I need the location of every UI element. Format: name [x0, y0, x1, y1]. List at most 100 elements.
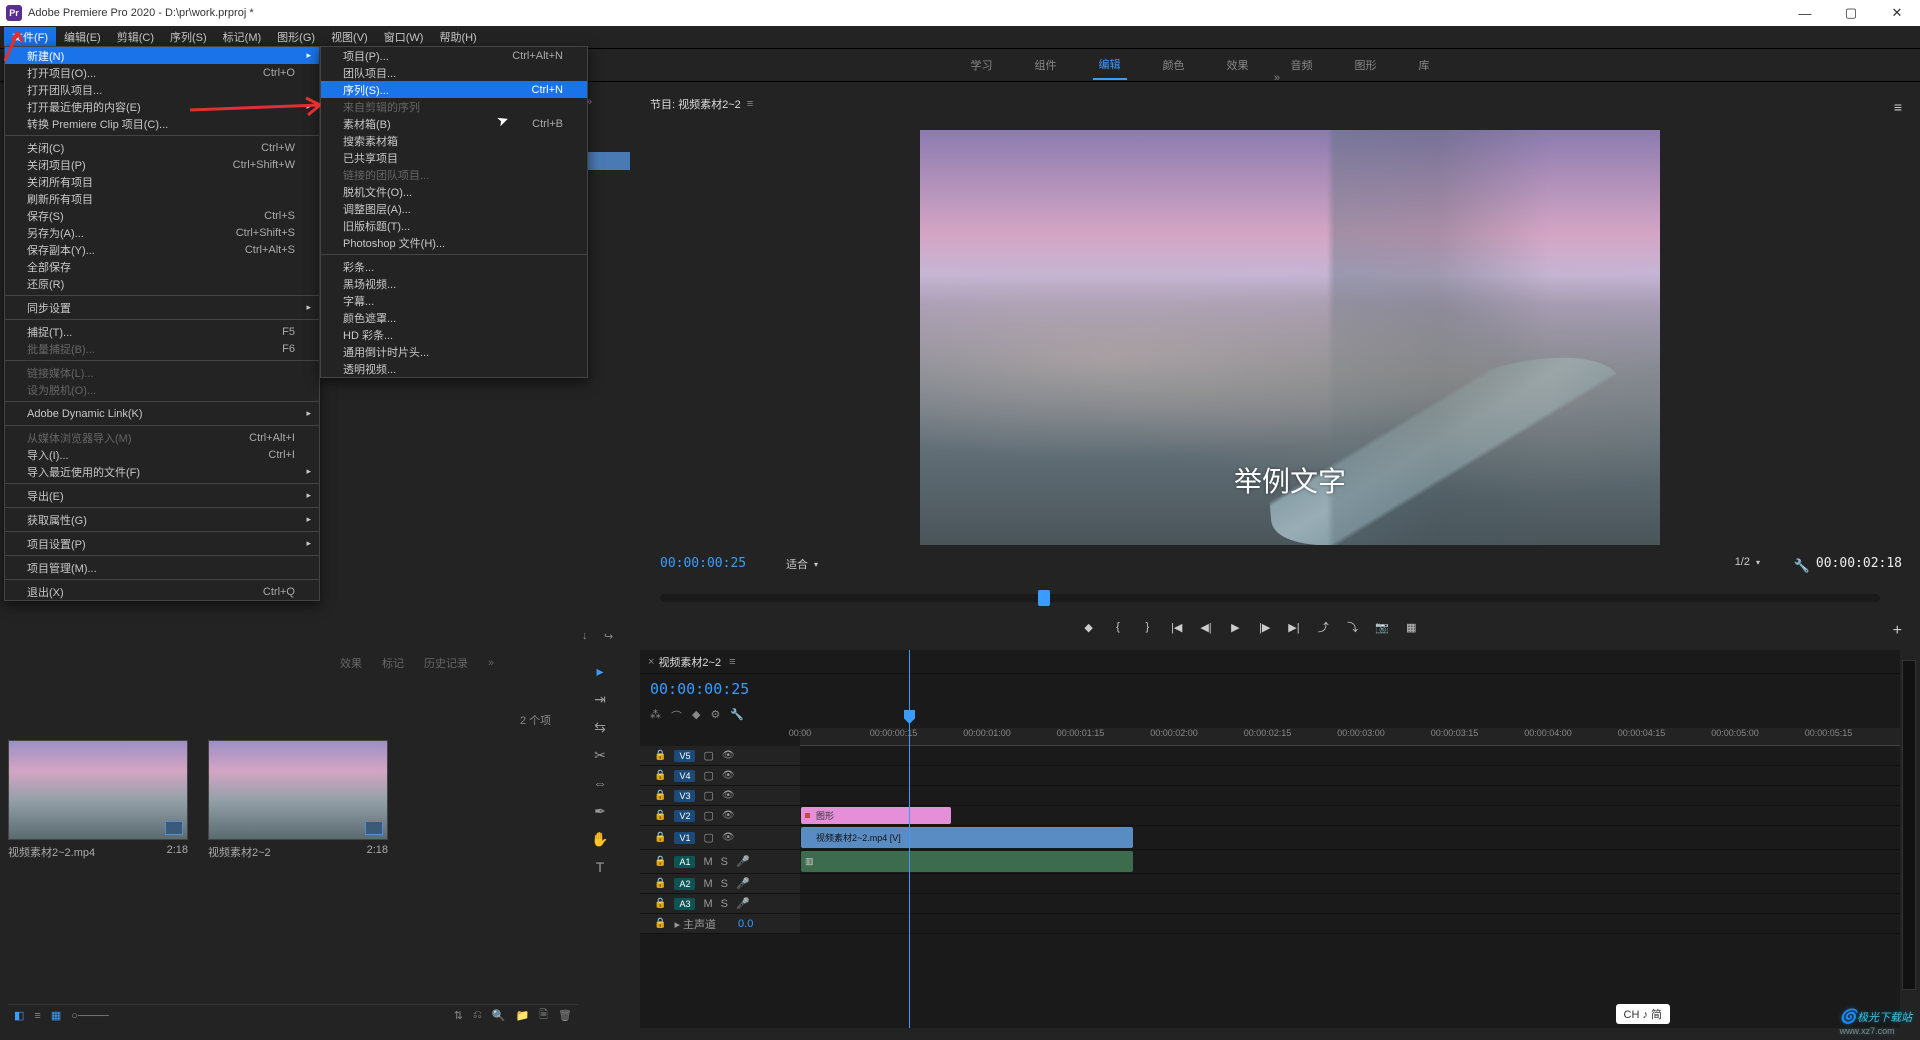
program-playhead[interactable]	[1038, 590, 1050, 606]
tab-history[interactable]: 历史记录	[424, 655, 468, 671]
clip-video[interactable]: 视频素材2~2.mp4 [V]	[801, 827, 1133, 848]
find-icon[interactable]: 🔍	[492, 1009, 506, 1022]
menu-item[interactable]: 打开最近使用的内容(E)▸	[5, 98, 319, 115]
workspace-tab[interactable]: 组件	[1029, 51, 1063, 79]
timeline-timecode[interactable]: 00:00:00:25	[640, 674, 1900, 704]
voice-icon[interactable]: 🎤	[736, 877, 750, 890]
media-browser-forward-icon[interactable]: ↪	[604, 630, 613, 643]
track-lane[interactable]	[800, 894, 1900, 913]
timeline-sequence-name[interactable]: 视频素材2~2	[658, 654, 721, 670]
close-button[interactable]: ✕	[1874, 0, 1920, 26]
menu-item[interactable]: 同步设置▸	[5, 299, 319, 316]
workspace-overflow-icon[interactable]: »	[1274, 72, 1280, 84]
add-marker-tl-icon[interactable]: ◆	[692, 708, 700, 724]
menu-item[interactable]: 搜索素材箱	[321, 132, 587, 149]
menu-item[interactable]: 已共享项目	[321, 149, 587, 166]
extract-icon[interactable]: ⤵	[1344, 618, 1361, 636]
slip-tool-icon[interactable]: ⇔	[593, 773, 607, 793]
workspace-tab[interactable]: 编辑	[1093, 50, 1127, 80]
eye-icon[interactable]: 👁	[722, 790, 735, 801]
maximize-button[interactable]: ▢	[1828, 0, 1874, 26]
lock-icon[interactable]: 🔒	[654, 856, 666, 867]
eye-icon[interactable]: 👁	[722, 750, 735, 761]
menu-item[interactable]: 旧版标题(T)...	[321, 217, 587, 234]
menu-3[interactable]: 序列(S)	[162, 27, 215, 47]
new-submenu-dropdown[interactable]: 项目(P)...Ctrl+Alt+N团队项目...序列(S)...Ctrl+N来…	[320, 46, 588, 378]
project-panel-tabs[interactable]: 效果 标记 历史记录 »	[340, 655, 494, 671]
menu-2[interactable]: 剪辑(C)	[109, 27, 162, 47]
menu-item[interactable]: Photoshop 文件(H)...	[321, 234, 587, 251]
track-label[interactable]: V2	[674, 810, 695, 822]
project-tabs-overflow-icon[interactable]: »	[488, 657, 494, 669]
track-label[interactable]: A1	[674, 856, 695, 868]
menu-item[interactable]: 黑场视频...	[321, 275, 587, 292]
icon-view-icon[interactable]: ▦	[51, 1009, 61, 1022]
comparison-view-icon[interactable]: ▦	[1403, 618, 1420, 636]
clip-graphic[interactable]: 图形	[801, 807, 951, 824]
clear-icon[interactable]: 🗑	[558, 1009, 572, 1022]
menu-item[interactable]: 颜色遮罩...	[321, 309, 587, 326]
menu-item[interactable]: 关闭(C)Ctrl+W	[5, 139, 319, 156]
menu-item[interactable]: 透明视频...	[321, 360, 587, 377]
track-lane[interactable]: 图形	[800, 806, 1900, 825]
track-lane[interactable]	[800, 786, 1900, 805]
track-lane[interactable]: ▥	[800, 850, 1900, 873]
workspace-tab[interactable]: 颜色	[1157, 51, 1191, 79]
program-resolution-select[interactable]: 1/2▾	[1735, 556, 1760, 568]
menu-item[interactable]: 另存为(A)...Ctrl+Shift+S	[5, 224, 319, 241]
menu-item[interactable]: 字幕...	[321, 292, 587, 309]
mute-icon[interactable]: M	[703, 856, 712, 868]
freeform-view-icon[interactable]: ◧	[14, 1009, 24, 1022]
lock-icon[interactable]: 🔒	[654, 898, 666, 909]
menu-item[interactable]: 调整图层(A)...	[321, 200, 587, 217]
menu-item[interactable]: Adobe Dynamic Link(K)▸	[5, 405, 319, 422]
track-label[interactable]: V1	[674, 832, 695, 844]
toggle-output-icon[interactable]: ▢	[703, 789, 713, 802]
play-icon[interactable]: ▶	[1227, 618, 1244, 636]
add-marker-icon[interactable]: ◆	[1080, 618, 1097, 636]
track-lane[interactable]: 视频素材2~2.mp4 [V]	[800, 826, 1900, 849]
lock-icon[interactable]: 🔒	[654, 832, 666, 843]
linked-selection-icon[interactable]: ⌒	[671, 708, 682, 724]
mark-out-icon[interactable]: }	[1139, 618, 1156, 636]
track-label[interactable]: A3	[674, 898, 695, 910]
lift-icon[interactable]: ⤴	[1315, 618, 1332, 636]
track-label[interactable]: A2	[674, 878, 695, 890]
mute-icon[interactable]: M	[703, 878, 712, 890]
menu-item[interactable]: 新建(N)▸	[5, 47, 319, 64]
menu-4[interactable]: 标记(M)	[215, 27, 270, 47]
timeline-playhead[interactable]	[909, 650, 910, 1028]
menu-item[interactable]: 退出(X)Ctrl+Q	[5, 583, 319, 600]
razor-tool-icon[interactable]: ✂	[594, 745, 606, 765]
menu-item[interactable]: HD 彩条...	[321, 326, 587, 343]
clip-audio[interactable]: ▥	[801, 851, 1133, 872]
menu-item[interactable]: 关闭项目(P)Ctrl+Shift+W	[5, 156, 319, 173]
menu-bar[interactable]: 文件(F)编辑(E)剪辑(C)序列(S)标记(M)图形(G)视图(V)窗口(W)…	[0, 26, 1920, 48]
type-tool-icon[interactable]: T	[596, 857, 605, 877]
menu-item[interactable]: 转换 Premiere Clip 项目(C)...	[5, 115, 319, 132]
mute-icon[interactable]: M	[703, 898, 712, 910]
track-label[interactable]: V5	[674, 750, 695, 762]
solo-icon[interactable]: S	[721, 878, 728, 890]
lock-icon[interactable]: 🔒	[654, 770, 666, 781]
track-lane[interactable]	[800, 766, 1900, 785]
go-to-out-icon[interactable]: ▶|	[1285, 618, 1302, 636]
voice-icon[interactable]: 🎤	[736, 897, 750, 910]
timeline-wrench-icon[interactable]: 🔧	[730, 708, 744, 724]
menu-8[interactable]: 帮助(H)	[431, 27, 484, 47]
minimize-button[interactable]: —	[1782, 0, 1828, 26]
menu-item[interactable]: 彩条...	[321, 258, 587, 275]
menu-item[interactable]: 脱机文件(O)...	[321, 183, 587, 200]
track-lane[interactable]	[800, 746, 1900, 765]
eye-icon[interactable]: 👁	[722, 770, 735, 781]
menu-0[interactable]: 文件(F)	[4, 27, 56, 47]
menu-item[interactable]: 全部保存	[5, 258, 319, 275]
timeline-ruler[interactable]: 00:0000:00:00:1500:00:01:0000:00:01:1500…	[800, 728, 1900, 746]
program-panel-menu-icon[interactable]: ≡	[1894, 99, 1902, 115]
toggle-output-icon[interactable]: ▢	[703, 809, 713, 822]
workspace-tab[interactable]: 学习	[965, 51, 999, 79]
toggle-output-icon[interactable]: ▢	[703, 769, 713, 782]
program-zoom-select[interactable]: 适合▾	[786, 556, 818, 572]
workspace-tab[interactable]: 库	[1413, 51, 1436, 79]
bin-item[interactable]: 视频素材2~2.mp42:18	[8, 740, 188, 860]
